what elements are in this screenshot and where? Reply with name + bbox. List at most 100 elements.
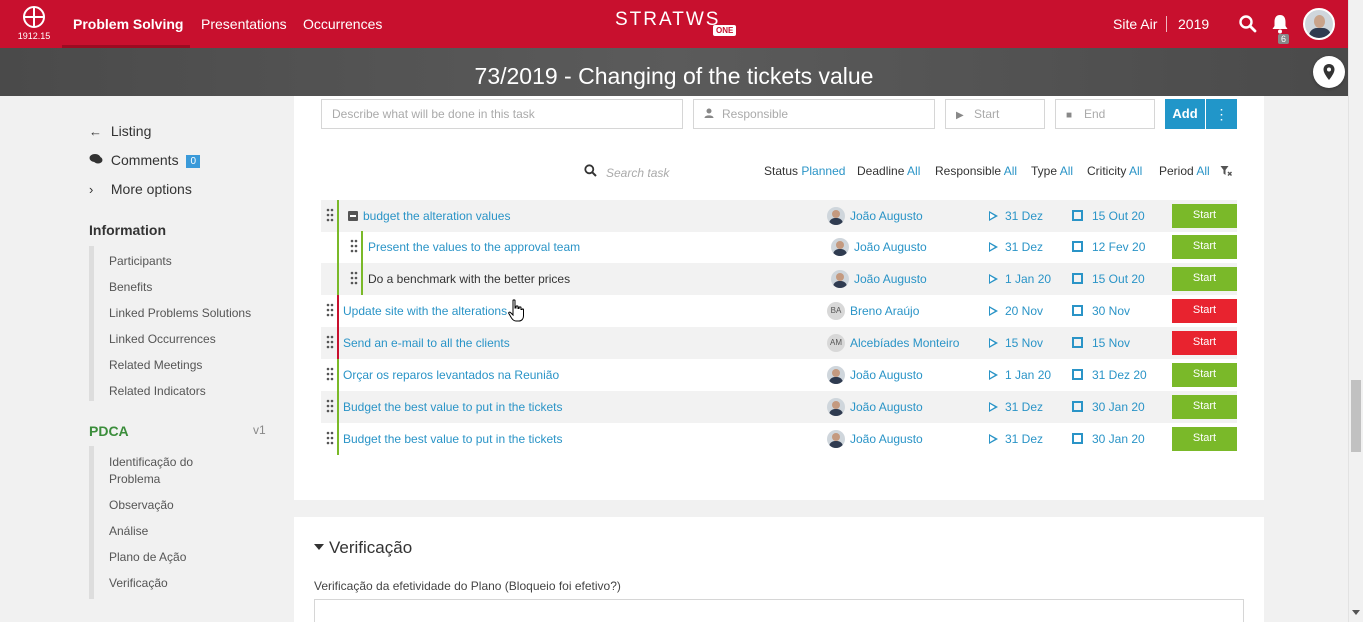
listing-link[interactable]: ← Listing <box>89 123 151 139</box>
period-filter[interactable]: Period All <box>1159 164 1210 178</box>
notification-count-badge: 6 <box>1278 34 1290 44</box>
collapse-icon[interactable] <box>348 211 358 221</box>
task-description-input[interactable]: Describe what will be done in this task <box>321 99 683 129</box>
scrollbar-thumb[interactable] <box>1351 380 1361 452</box>
responsible-input[interactable]: Responsible <box>693 99 935 129</box>
brand-logo[interactable]: STRATWS ONE <box>615 9 740 39</box>
criticity-filter[interactable]: Criticity All <box>1087 164 1142 178</box>
scroll-down-arrow[interactable] <box>1352 610 1360 615</box>
sidebar-item-related-meetings[interactable]: Related Meetings <box>109 358 202 372</box>
task-name[interactable]: Send an e-mail to all the clients <box>343 327 510 359</box>
sidebar-item-analise[interactable]: Análise <box>109 524 148 538</box>
sidebar-item-verificacao[interactable]: Verificação <box>109 576 168 590</box>
task-row[interactable]: Present the values to the approval team … <box>321 231 1237 263</box>
task-responsible[interactable]: Alcebíades Monteiro <box>850 327 959 359</box>
sidebar-item-plano-de-acao[interactable]: Plano de Ação <box>109 550 186 564</box>
sidebar-item-benefits[interactable]: Benefits <box>109 280 152 294</box>
comments-link[interactable]: Comments 0 <box>89 152 201 168</box>
end-date-input[interactable]: ■ End <box>1055 99 1155 129</box>
search-icon[interactable] <box>1239 15 1257 33</box>
sidebar-item-problema[interactable]: Problema <box>109 472 160 486</box>
sidebar-item-linked-occurrences[interactable]: Linked Occurrences <box>109 332 216 346</box>
start-task-button[interactable]: Start <box>1172 299 1237 323</box>
task-name[interactable]: Do a benchmark with the better prices <box>368 263 570 295</box>
task-row[interactable]: Send an e-mail to all the clients AM Alc… <box>321 327 1237 359</box>
drag-handle-icon[interactable] <box>326 399 334 413</box>
site-selector[interactable]: Site Air <box>1113 0 1157 48</box>
task-responsible[interactable]: Breno Araújo <box>850 295 919 327</box>
task-status-bar <box>337 391 339 423</box>
sidebar-item-related-indicators[interactable]: Related Indicators <box>109 384 206 398</box>
start-date-input[interactable]: ▶ Start <box>945 99 1045 129</box>
type-filter[interactable]: Type All <box>1031 164 1073 178</box>
task-row[interactable]: Update site with the alterations BA Bren… <box>321 295 1237 327</box>
task-name[interactable]: Update site with the alterations <box>343 295 507 327</box>
drag-handle-icon[interactable] <box>350 271 358 285</box>
start-task-button[interactable]: Start <box>1172 395 1237 419</box>
drag-handle-icon[interactable] <box>350 239 358 253</box>
task-name[interactable]: Budget the best value to put in the tick… <box>343 391 562 423</box>
verificacao-answer-field[interactable] <box>314 599 1244 622</box>
task-start-date: 31 Dez <box>1005 432 1044 446</box>
task-name[interactable]: Orçar os reparos levantados na Reunião <box>343 359 559 391</box>
start-task-button[interactable]: Start <box>1172 204 1237 228</box>
task-responsible[interactable]: João Augusto <box>850 200 923 232</box>
year-selector[interactable]: 2019 <box>1178 0 1209 48</box>
more-options-link[interactable]: › More options <box>89 181 192 197</box>
start-task-button[interactable]: Start <box>1172 267 1237 291</box>
task-row[interactable]: Do a benchmark with the better prices Jo… <box>321 263 1237 295</box>
start-task-button[interactable]: Start <box>1172 331 1237 355</box>
drag-handle-icon[interactable] <box>326 335 334 349</box>
stop-icon <box>1072 210 1083 221</box>
drag-handle-icon[interactable] <box>326 208 334 222</box>
nav-presentations[interactable]: Presentations <box>201 0 287 48</box>
task-row[interactable]: Orçar os reparos levantados na Reunião J… <box>321 359 1237 391</box>
play-icon <box>989 274 998 284</box>
map-pin-icon <box>1323 64 1335 80</box>
page-scrollbar[interactable] <box>1348 0 1363 622</box>
page-header: 73/2019 - Changing of the tickets value <box>0 48 1348 96</box>
task-responsible[interactable]: João Augusto <box>850 359 923 391</box>
status-filter[interactable]: Status Planned <box>764 164 845 178</box>
verificacao-toggle[interactable]: Verificação <box>314 538 412 558</box>
chevron-right-icon: › <box>89 182 94 197</box>
task-responsible[interactable]: João Augusto <box>854 263 927 295</box>
avatar <box>831 270 849 288</box>
sidebar-item-observacao[interactable]: Observação <box>109 498 174 512</box>
company-logo[interactable]: 1912.15 <box>14 6 54 44</box>
sidebar-item-linked-problems-solutions[interactable]: Linked Problems Solutions <box>109 306 251 320</box>
start-placeholder: Start <box>974 107 1000 121</box>
location-button[interactable] <box>1313 56 1345 88</box>
task-row[interactable]: Budget the best value to put in the tick… <box>321 391 1237 423</box>
start-task-button[interactable]: Start <box>1172 235 1237 259</box>
start-task-button[interactable]: Start <box>1172 363 1237 387</box>
task-responsible[interactable]: João Augusto <box>850 423 923 455</box>
task-name[interactable]: Budget the best value to put in the tick… <box>343 423 562 455</box>
task-status-bar <box>337 327 339 359</box>
comments-count-badge: 0 <box>186 155 201 168</box>
drag-handle-icon[interactable] <box>326 431 334 445</box>
task-responsible[interactable]: João Augusto <box>850 391 923 423</box>
task-row[interactable]: budget the alteration values João August… <box>321 200 1237 232</box>
sidebar-item-identificacao[interactable]: Identificação do <box>109 455 193 469</box>
task-row[interactable]: Budget the best value to put in the tick… <box>321 423 1237 455</box>
information-heading: Information <box>89 222 166 238</box>
more-actions-button[interactable]: ⋮ <box>1206 99 1237 129</box>
deadline-filter[interactable]: Deadline All <box>857 164 920 178</box>
search-task-input[interactable]: Search task <box>584 164 669 180</box>
nav-occurrences[interactable]: Occurrences <box>303 0 382 48</box>
task-responsible[interactable]: João Augusto <box>854 231 927 263</box>
responsible-filter[interactable]: Responsible All <box>935 164 1017 178</box>
bell-icon[interactable] <box>1271 14 1289 34</box>
drag-handle-icon[interactable] <box>326 303 334 317</box>
user-avatar[interactable] <box>1303 8 1335 40</box>
task-end-date: 12 Fev 20 <box>1092 240 1146 254</box>
nav-problem-solving[interactable]: Problem Solving <box>73 0 183 48</box>
task-name[interactable]: budget the alteration values <box>363 200 510 232</box>
add-task-button[interactable]: Add <box>1165 99 1205 129</box>
clear-filter-icon[interactable] <box>1220 165 1232 180</box>
start-task-button[interactable]: Start <box>1172 427 1237 451</box>
task-name[interactable]: Present the values to the approval team <box>368 231 580 263</box>
sidebar-item-participants[interactable]: Participants <box>109 254 172 268</box>
drag-handle-icon[interactable] <box>326 367 334 381</box>
